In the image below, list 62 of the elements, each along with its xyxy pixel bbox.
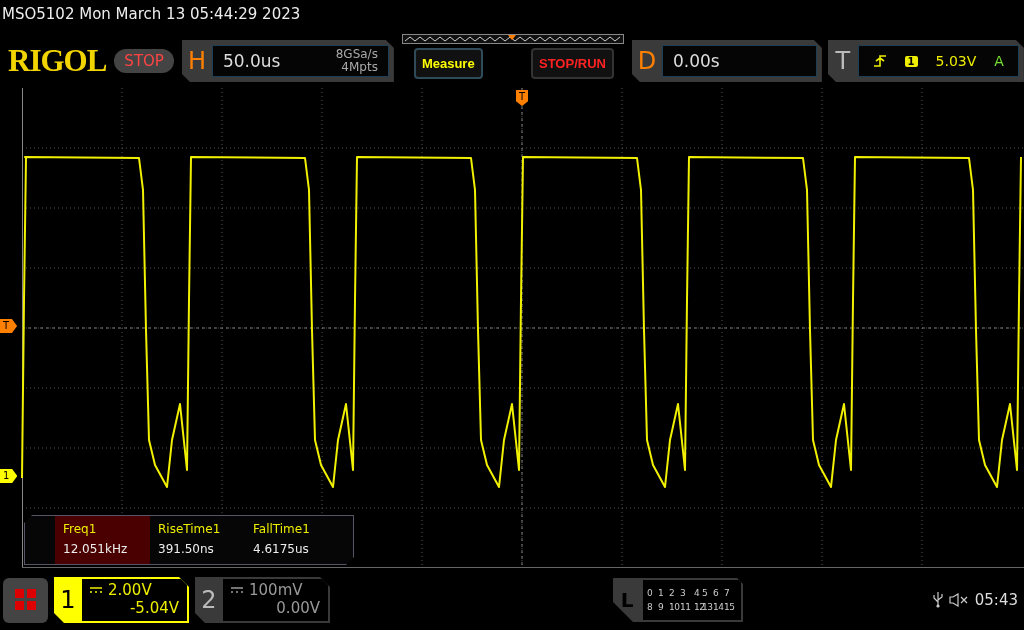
logic-panel[interactable]: L 0 1 2 3 4 5 6 7 8 9 1011 12131415 bbox=[613, 578, 743, 622]
channel-panel[interactable]: 1 2.00V -5.04V bbox=[54, 577, 189, 623]
trigger-position-marker[interactable]: T bbox=[516, 90, 529, 106]
rising-edge-icon bbox=[872, 54, 887, 68]
run-state-badge: STOP bbox=[114, 49, 174, 73]
logic-channel-number: 4 bbox=[694, 588, 701, 598]
memory-depth: 4Mpts bbox=[340, 61, 378, 74]
logic-channel-number: 8 bbox=[647, 602, 654, 612]
speaker-muted-icon bbox=[948, 593, 969, 607]
delay-value: 0.00s bbox=[672, 51, 720, 71]
logic-channel-number: 2 bbox=[669, 588, 676, 598]
logic-channel-number: 13 bbox=[702, 602, 713, 612]
waveform-overview-icon bbox=[401, 34, 624, 44]
sample-rate: 8GSa/s bbox=[335, 48, 378, 61]
delay-label: D bbox=[636, 47, 658, 75]
measurement-value: 391.50ns bbox=[158, 542, 215, 556]
logic-channel-number: 11 bbox=[680, 602, 691, 612]
clock-time: 05:43 bbox=[974, 591, 1018, 609]
timebase-value: 50.0us bbox=[222, 51, 281, 71]
horizontal-label: H bbox=[186, 47, 207, 75]
measurement-value: 4.6175us bbox=[253, 542, 310, 556]
dc-coupling-icon bbox=[90, 587, 102, 593]
logic-channel-number: 7 bbox=[724, 588, 731, 598]
channel-marker[interactable]: 1 bbox=[0, 469, 18, 483]
logic-channel-number: 14 bbox=[713, 602, 724, 612]
logic-channel-number: 0 bbox=[647, 588, 654, 598]
logic-channel-number: 1 bbox=[658, 588, 665, 598]
dc-coupling-icon bbox=[231, 587, 243, 593]
usb-icon bbox=[932, 592, 943, 608]
toolbar-button[interactable]: STOP/RUN bbox=[530, 48, 614, 79]
trigger-mode: A bbox=[994, 53, 1004, 69]
logic-channel-number: 3 bbox=[680, 588, 687, 598]
logic-channel-number: 9 bbox=[658, 602, 665, 612]
trigger-panel[interactable]: T 1 5.03V A bbox=[827, 40, 1024, 82]
channel-offset: -5.04V bbox=[129, 599, 179, 617]
trigger-level-marker[interactable]: T bbox=[0, 319, 18, 333]
logic-label: L bbox=[619, 587, 635, 614]
channel-number: 1 bbox=[59, 585, 77, 616]
measurement-name: RiseTime1 bbox=[158, 522, 222, 536]
trigger-source: 1 bbox=[904, 55, 918, 67]
logic-channel-number: 5 bbox=[702, 588, 709, 598]
logic-channel-number: 15 bbox=[724, 602, 735, 612]
measurement-name: Freq1 bbox=[63, 522, 98, 536]
toolbar-button[interactable]: Measure bbox=[413, 48, 483, 79]
logic-channel-number: 10 bbox=[669, 602, 680, 612]
brand-logo: RIGOL bbox=[8, 43, 107, 79]
channel-number: 2 bbox=[200, 585, 218, 616]
channel-scale: 100mV bbox=[249, 581, 303, 599]
measurement-value: 12.051kHz bbox=[63, 542, 129, 556]
channel-offset: 0.00V bbox=[276, 599, 320, 617]
channel-scale: 2.00V bbox=[108, 581, 152, 599]
menu-icon bbox=[14, 589, 37, 611]
trigger-level: 5.03V bbox=[935, 53, 977, 69]
logic-channel-number: 12 bbox=[694, 602, 702, 612]
delay-panel[interactable]: D 0.00s bbox=[631, 40, 822, 82]
logic-channel-number: 6 bbox=[713, 588, 720, 598]
channel-panel[interactable]: 2 100mV 0.00V bbox=[195, 577, 330, 623]
trigger-label: T bbox=[834, 47, 852, 75]
horizontal-panel[interactable]: H 50.0us 8GSa/s 4Mpts bbox=[181, 40, 394, 82]
menu-button[interactable] bbox=[3, 577, 48, 623]
measurement-name: FallTime1 bbox=[253, 522, 311, 536]
device-title: MSO5102 Mon March 13 05:44:29 2023 bbox=[1, 4, 302, 25]
